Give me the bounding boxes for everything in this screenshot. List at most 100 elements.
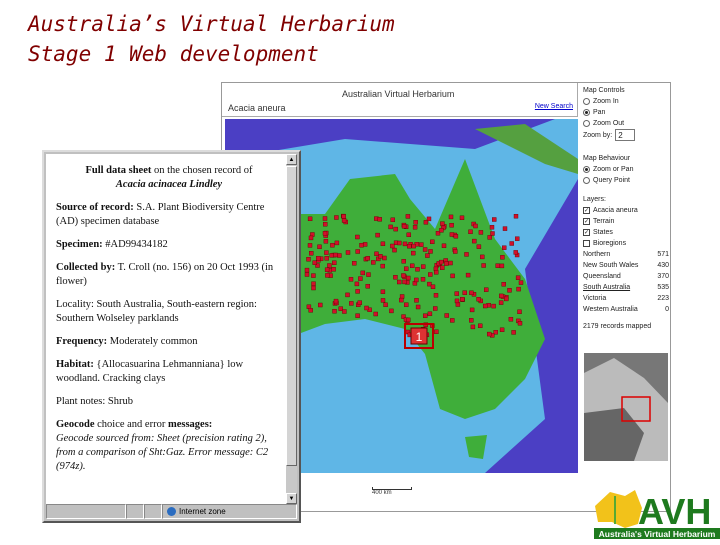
occurrence-point[interactable] [349,301,354,306]
occurrence-point[interactable] [365,283,371,289]
occurrence-point[interactable] [380,263,385,269]
occurrence-point[interactable] [304,272,310,277]
vertical-scrollbar[interactable]: ▲ ▼ [286,154,297,504]
occurrence-point[interactable] [345,250,351,255]
occurrence-point[interactable] [434,329,439,335]
occurrence-point[interactable] [364,305,369,311]
layer-acacia[interactable]: ✓ Acacia aneura [583,205,669,216]
occurrence-point[interactable] [444,261,449,266]
occurrence-point[interactable] [477,323,483,329]
occurrence-point[interactable] [448,214,454,220]
occurrence-point[interactable] [492,217,497,222]
occurrence-point[interactable] [504,296,509,302]
checkbox-checked[interactable]: ✓ [583,229,590,236]
occurrence-point[interactable] [375,232,380,238]
radio-icon[interactable] [583,98,590,105]
occurrence-point[interactable] [407,243,412,249]
occurrence-point[interactable] [448,260,453,266]
occurrence-point[interactable] [419,242,424,247]
occurrence-point[interactable] [324,250,329,255]
occurrence-point[interactable] [337,253,342,258]
occurrence-point[interactable] [355,313,360,318]
occurrence-point[interactable] [342,309,347,314]
occurrence-point[interactable] [389,308,394,314]
occurrence-point[interactable] [374,251,379,257]
occurrence-point[interactable] [430,284,436,290]
occurrence-point[interactable] [511,330,516,335]
occurrence-point[interactable] [427,311,433,317]
occurrence-point[interactable] [404,302,409,307]
occurrence-point[interactable] [334,240,340,246]
occurrence-point[interactable] [366,272,371,277]
occurrence-point[interactable] [460,296,465,302]
occurrence-point[interactable] [470,324,476,330]
occurrence-point[interactable] [380,241,386,247]
occurrence-point[interactable] [432,306,438,311]
occurrence-point[interactable] [405,275,411,281]
radio-icon[interactable] [583,177,590,184]
occurrence-point[interactable] [509,241,514,246]
occurrence-point[interactable] [453,249,458,254]
occurrence-point[interactable] [487,331,492,337]
checkbox-checked[interactable]: ✓ [583,218,590,225]
layer-terrain[interactable]: ✓ Terrain [583,216,669,227]
occurrence-point[interactable] [396,279,402,285]
occurrence-point[interactable] [433,293,439,298]
occurrence-point[interactable] [334,215,339,220]
occurrence-point[interactable] [427,281,432,287]
occurrence-point[interactable] [403,266,409,271]
occurrence-point[interactable] [410,250,416,256]
occurrence-point[interactable] [307,243,313,248]
occurrence-point[interactable] [425,253,430,258]
occurrence-point[interactable] [318,302,323,308]
occurrence-point[interactable] [388,224,393,230]
occurrence-point[interactable] [406,232,412,238]
occurrence-point[interactable] [338,306,344,311]
occurrence-point[interactable] [401,273,406,278]
occurrence-point[interactable] [306,256,311,262]
occurrence-point[interactable] [499,327,505,333]
occurrence-point[interactable] [304,267,310,273]
occurrence-point[interactable] [453,233,459,239]
occurrence-point[interactable] [333,298,339,304]
layer-states[interactable]: ✓ States [583,227,669,238]
occurrence-point[interactable] [478,230,484,235]
occurrence-point[interactable] [380,289,386,294]
occurrence-point[interactable] [390,243,395,249]
occurrence-point[interactable] [354,281,360,287]
occurrence-point[interactable] [481,263,486,268]
occurrence-point[interactable] [331,267,336,272]
occurrence-point[interactable] [355,234,360,240]
radio-icon[interactable] [583,120,590,127]
occurrence-point[interactable] [502,245,507,250]
occurrence-point[interactable] [491,303,496,309]
occurrence-point[interactable] [373,311,378,317]
occurrence-point[interactable] [487,235,492,240]
checkbox-unchecked[interactable] [583,240,590,247]
occurrence-point[interactable] [500,255,505,260]
occurrence-point[interactable] [378,254,383,259]
occurrence-point[interactable] [362,242,368,247]
occurrence-point[interactable] [464,252,469,257]
occurrence-point[interactable] [440,265,445,271]
occurrence-point[interactable] [476,296,481,302]
occurrence-point[interactable] [325,273,330,278]
occurrence-point[interactable] [348,277,354,282]
occurrence-point[interactable] [489,225,495,230]
occurrence-point[interactable] [332,260,337,266]
radio-query-point[interactable]: Query Point [583,175,669,186]
occurrence-point[interactable] [393,226,398,232]
occurrence-point[interactable] [327,263,332,268]
occurrence-point[interactable] [311,273,316,278]
occurrence-point[interactable] [312,260,317,265]
occurrence-point[interactable] [333,252,338,258]
occurrence-point[interactable] [315,255,321,261]
scroll-thumb[interactable] [286,166,297,466]
occurrence-point[interactable] [462,290,467,295]
occurrence-point[interactable] [359,242,364,248]
occurrence-point[interactable] [397,240,402,246]
occurrence-point[interactable] [438,259,444,265]
occurrence-point[interactable] [412,224,418,230]
radio-zoom-out[interactable]: Zoom Out [583,118,669,129]
occurrence-point[interactable] [308,250,314,256]
